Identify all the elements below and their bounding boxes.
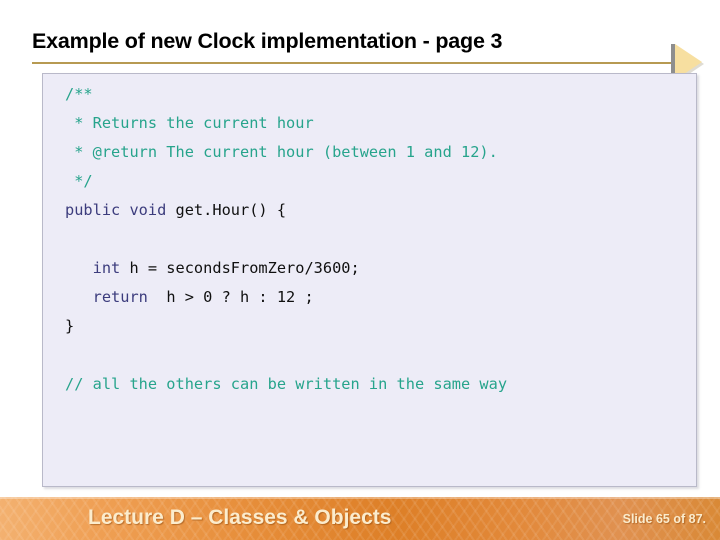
code-line: public void get.Hour() { <box>65 196 690 225</box>
code-token: * @return The current hour (between 1 an… <box>65 143 498 161</box>
code-token: } <box>65 317 75 335</box>
code-token: h > 0 ? h : 12 ; <box>157 288 314 306</box>
code-line: int h = secondsFromZero/3600; <box>65 254 690 283</box>
code-line: } <box>65 312 690 341</box>
code-token: /** <box>65 85 93 103</box>
page-title: Example of new Clock implementation - pa… <box>32 29 503 53</box>
footer-slide-number: Slide 65 of 87. <box>622 512 706 526</box>
code-line: // all the others can be written in the … <box>65 370 690 399</box>
code-content-box: /** * Returns the current hour * @return… <box>42 73 697 487</box>
footer-top-edge <box>0 497 720 499</box>
code-line: * @return The current hour (between 1 an… <box>65 138 690 167</box>
code-token: public void <box>65 201 176 219</box>
code-token: * Returns the current hour <box>65 114 314 132</box>
slide-footer: Lecture D – Classes & Objects Slide 65 o… <box>0 497 720 540</box>
code-token: int <box>65 259 130 277</box>
code-token: get.Hour() { <box>175 201 287 219</box>
code-line: /** <box>65 80 690 109</box>
code-line: * Returns the current hour <box>65 109 690 138</box>
code-line: return h > 0 ? h : 12 ; <box>65 283 690 312</box>
footer-lecture-title: Lecture D – Classes & Objects <box>88 506 392 529</box>
code-listing: /** * Returns the current hour * @return… <box>65 80 690 482</box>
title-underline-rule <box>32 62 672 64</box>
code-token: // all the others can be written in the … <box>65 375 508 393</box>
code-token: h = secondsFromZero/3600; <box>129 259 360 277</box>
code-token: */ <box>65 172 93 190</box>
code-line: */ <box>65 167 690 196</box>
slide-header: Example of new Clock implementation - pa… <box>32 28 672 64</box>
code-token: return <box>65 288 158 306</box>
